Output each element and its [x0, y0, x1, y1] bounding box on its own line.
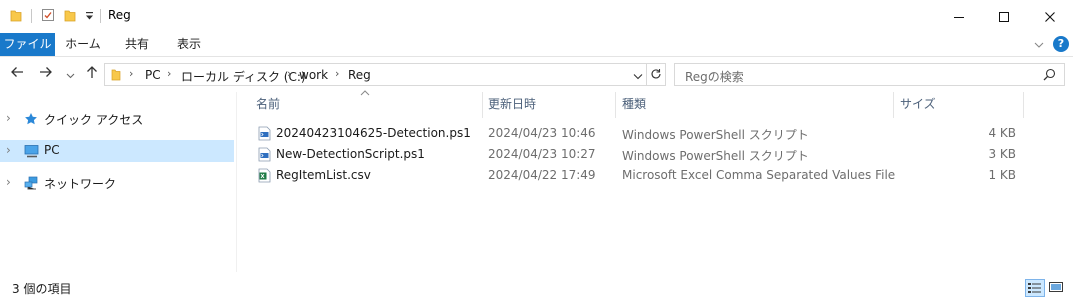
tab-view[interactable]: 表示 — [164, 33, 214, 56]
file-row[interactable]: RegItemList.csv 2024/04/22 17:49 Microso… — [252, 165, 1022, 186]
qa-separator — [31, 9, 32, 23]
file-date: 2024/04/23 10:27 — [488, 147, 596, 161]
search-input[interactable]: Regの検索 — [674, 63, 1065, 86]
breadcrumb-chevron-icon[interactable]: › — [167, 67, 171, 80]
address-bar[interactable]: › PC › ローカル ディスク (C:) › work › Reg — [104, 63, 666, 86]
details-view-icon — [1028, 283, 1041, 293]
forward-arrow-icon — [40, 67, 52, 77]
folder-icon — [111, 68, 121, 84]
breadcrumb-chevron-icon[interactable]: › — [129, 67, 133, 80]
breadcrumb-chevron-icon[interactable]: › — [287, 67, 291, 80]
file-name[interactable]: RegItemList.csv — [276, 168, 371, 182]
chevron-down-icon — [66, 73, 75, 79]
column-divider[interactable] — [893, 92, 894, 118]
powershell-file-icon — [258, 126, 271, 144]
nav-label: クイック アクセス — [44, 113, 144, 127]
maximize-icon — [999, 11, 1009, 22]
breadcrumb-chevron-icon[interactable]: › — [335, 67, 339, 80]
file-size: 4 KB — [988, 126, 1016, 140]
folder-icon — [10, 8, 22, 25]
minimize-icon — [954, 16, 964, 18]
breadcrumb-work[interactable]: work — [299, 68, 328, 82]
expand-chevron-icon[interactable]: › — [6, 143, 11, 157]
properties-icon[interactable] — [41, 8, 55, 25]
pane-divider[interactable] — [236, 92, 237, 272]
nav-item-quick-access[interactable]: › クイック アクセス — [0, 108, 234, 130]
navigation-pane: › クイック アクセス › PC › ネットワーク — [0, 92, 236, 272]
powershell-file-icon — [258, 147, 271, 165]
forward-button[interactable] — [39, 65, 53, 83]
computer-icon — [24, 144, 40, 161]
back-button[interactable] — [10, 65, 24, 83]
ribbon: ファイル ホーム 共有 表示 ? — [0, 33, 1073, 57]
nav-item-network[interactable]: › ネットワーク — [0, 172, 234, 194]
breadcrumb-reg[interactable]: Reg — [348, 68, 371, 82]
navigation-bar: › PC › ローカル ディスク (C:) › work › Reg Regの検… — [0, 57, 1073, 92]
new-folder-icon[interactable] — [64, 8, 76, 25]
title-bar: Reg — [0, 0, 1073, 33]
item-count: 3 個の項目 — [12, 282, 72, 296]
close-button[interactable] — [1027, 0, 1073, 33]
large-icons-view-button[interactable] — [1047, 279, 1067, 297]
file-type: Windows PowerShell スクリプト — [622, 149, 809, 163]
star-icon — [24, 112, 38, 129]
file-type: Windows PowerShell スクリプト — [622, 128, 809, 142]
close-icon — [1045, 11, 1055, 22]
search-placeholder: Regの検索 — [685, 70, 744, 84]
expand-chevron-icon[interactable]: › — [6, 111, 11, 125]
column-header-size[interactable]: サイズ — [900, 95, 1022, 117]
network-icon — [24, 176, 40, 193]
up-button[interactable] — [85, 65, 99, 83]
column-divider[interactable] — [482, 92, 483, 118]
tab-file[interactable]: ファイル — [0, 33, 55, 56]
minimize-button[interactable] — [936, 0, 982, 33]
window-title: Reg — [108, 8, 131, 22]
address-refresh-separator — [646, 64, 647, 85]
customize-toolbar-icon[interactable] — [85, 10, 94, 24]
tab-home[interactable]: ホーム — [57, 33, 109, 56]
help-icon[interactable]: ? — [1053, 36, 1069, 52]
file-date: 2024/04/23 10:46 — [488, 126, 596, 140]
file-name[interactable]: 20240423104625-Detection.ps1 — [276, 126, 471, 140]
file-date: 2024/04/22 17:49 — [488, 168, 596, 182]
up-arrow-icon — [87, 66, 97, 78]
column-header-date[interactable]: 更新日時 — [488, 95, 614, 117]
expand-ribbon-icon[interactable] — [1033, 39, 1045, 53]
excel-file-icon — [258, 168, 271, 186]
status-bar: 3 個の項目 — [0, 276, 1073, 299]
file-size: 3 KB — [988, 147, 1016, 161]
column-header-type[interactable]: 種類 — [622, 95, 892, 117]
title-separator — [100, 9, 101, 23]
nav-item-pc[interactable]: › PC — [0, 140, 234, 162]
breadcrumb-pc[interactable]: PC — [145, 68, 161, 82]
search-icon[interactable] — [1043, 68, 1056, 84]
file-row[interactable]: 20240423104625-Detection.ps1 2024/04/23 … — [252, 123, 1022, 144]
file-name[interactable]: New-DetectionScript.ps1 — [276, 147, 425, 161]
expand-chevron-icon[interactable]: › — [6, 175, 11, 189]
column-divider[interactable] — [1023, 92, 1024, 118]
maximize-button[interactable] — [981, 0, 1027, 33]
nav-label: ネットワーク — [44, 177, 117, 191]
address-history-dropdown-icon[interactable] — [633, 70, 643, 84]
nav-label: PC — [44, 143, 60, 157]
file-type: Microsoft Excel Comma Separated Values F… — [622, 168, 896, 182]
file-row[interactable]: New-DetectionScript.ps1 2024/04/23 10:27… — [252, 144, 1022, 165]
large-icons-view-icon — [1049, 282, 1063, 292]
recent-locations-button[interactable] — [66, 68, 75, 84]
file-size: 1 KB — [988, 168, 1016, 182]
back-arrow-icon — [11, 67, 23, 77]
refresh-icon[interactable] — [650, 68, 662, 83]
column-divider[interactable] — [615, 92, 616, 118]
tab-share[interactable]: 共有 — [112, 33, 162, 56]
column-header-name[interactable]: 名前 — [256, 95, 482, 117]
details-view-button[interactable] — [1025, 279, 1045, 297]
